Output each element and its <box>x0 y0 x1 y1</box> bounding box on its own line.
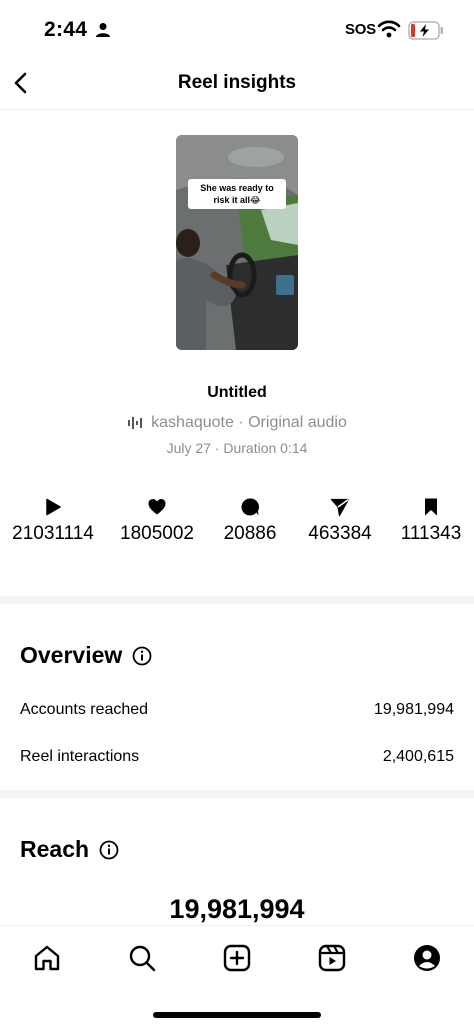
status-bar: 2:44 SOS <box>0 0 474 58</box>
reel-interactions-label: Reel interactions <box>20 748 140 765</box>
bottom-nav <box>0 925 474 1025</box>
section-divider <box>0 790 474 798</box>
accounts-reached-label: Accounts reached <box>20 701 149 718</box>
audio-label: kashaquote · Original audio <box>151 414 347 431</box>
stat-saves-value: 111343 <box>400 523 462 544</box>
overview-heading: Overview <box>20 642 152 669</box>
stat-saves: 111343 <box>381 497 474 545</box>
nav-home[interactable] <box>25 938 69 978</box>
stat-plays-value: 21031114 <box>12 523 94 544</box>
stat-plays: 21031114 <box>3 497 103 545</box>
battery-charging-icon <box>408 21 443 40</box>
home-icon <box>34 945 60 971</box>
play-icon <box>46 498 61 516</box>
reels-icon <box>318 944 346 972</box>
reel-meta: July 27 · Duration 0:14 <box>166 440 308 456</box>
nav-create[interactable] <box>215 938 259 978</box>
reach-total: 19,981,994 <box>169 894 305 924</box>
search-icon <box>129 945 156 972</box>
comment-icon <box>241 498 260 516</box>
audio-waveform-icon <box>128 417 143 429</box>
heart-icon <box>148 499 166 515</box>
overview-title: Overview <box>20 642 123 668</box>
reel-thumbnail[interactable]: She was ready to risk it all😂 <box>176 135 298 350</box>
nav-search[interactable] <box>120 938 164 978</box>
reel-caption-overlay: She was ready to risk it all😂 <box>188 179 286 209</box>
status-time: 2:44 <box>44 18 88 41</box>
audio-info[interactable]: kashaquote · Original audio <box>0 414 474 432</box>
stat-likes: 1805002 <box>107 497 207 545</box>
stat-shares: 463384 <box>290 497 390 545</box>
reach-heading: Reach <box>20 836 119 863</box>
section-divider <box>0 596 474 604</box>
reel-preview-image <box>176 135 298 350</box>
info-icon[interactable] <box>132 646 152 666</box>
create-icon <box>223 944 251 972</box>
stat-shares-value: 463384 <box>308 523 372 544</box>
nav-reels[interactable] <box>310 938 354 978</box>
stat-likes-value: 1805002 <box>120 523 194 544</box>
reach-title: Reach <box>20 836 90 862</box>
reel-title: Untitled <box>207 384 267 401</box>
sos-indicator: SOS <box>345 21 376 38</box>
accounts-reached-value: 19,981,994 <box>373 701 454 718</box>
stat-comments-value: 20886 <box>223 523 277 544</box>
share-icon <box>330 498 350 517</box>
nav-profile[interactable] <box>405 938 449 978</box>
page-title: Reel insights <box>177 72 297 93</box>
bookmark-icon <box>425 498 437 516</box>
home-indicator <box>153 1012 321 1018</box>
wifi-icon <box>377 20 401 38</box>
info-icon[interactable] <box>99 840 119 860</box>
header: Reel insights <box>0 58 474 110</box>
stat-comments: 20886 <box>200 497 300 545</box>
reel-interactions-value: 2,400,615 <box>382 748 454 765</box>
profile-icon <box>414 945 440 971</box>
person-icon <box>96 23 110 37</box>
